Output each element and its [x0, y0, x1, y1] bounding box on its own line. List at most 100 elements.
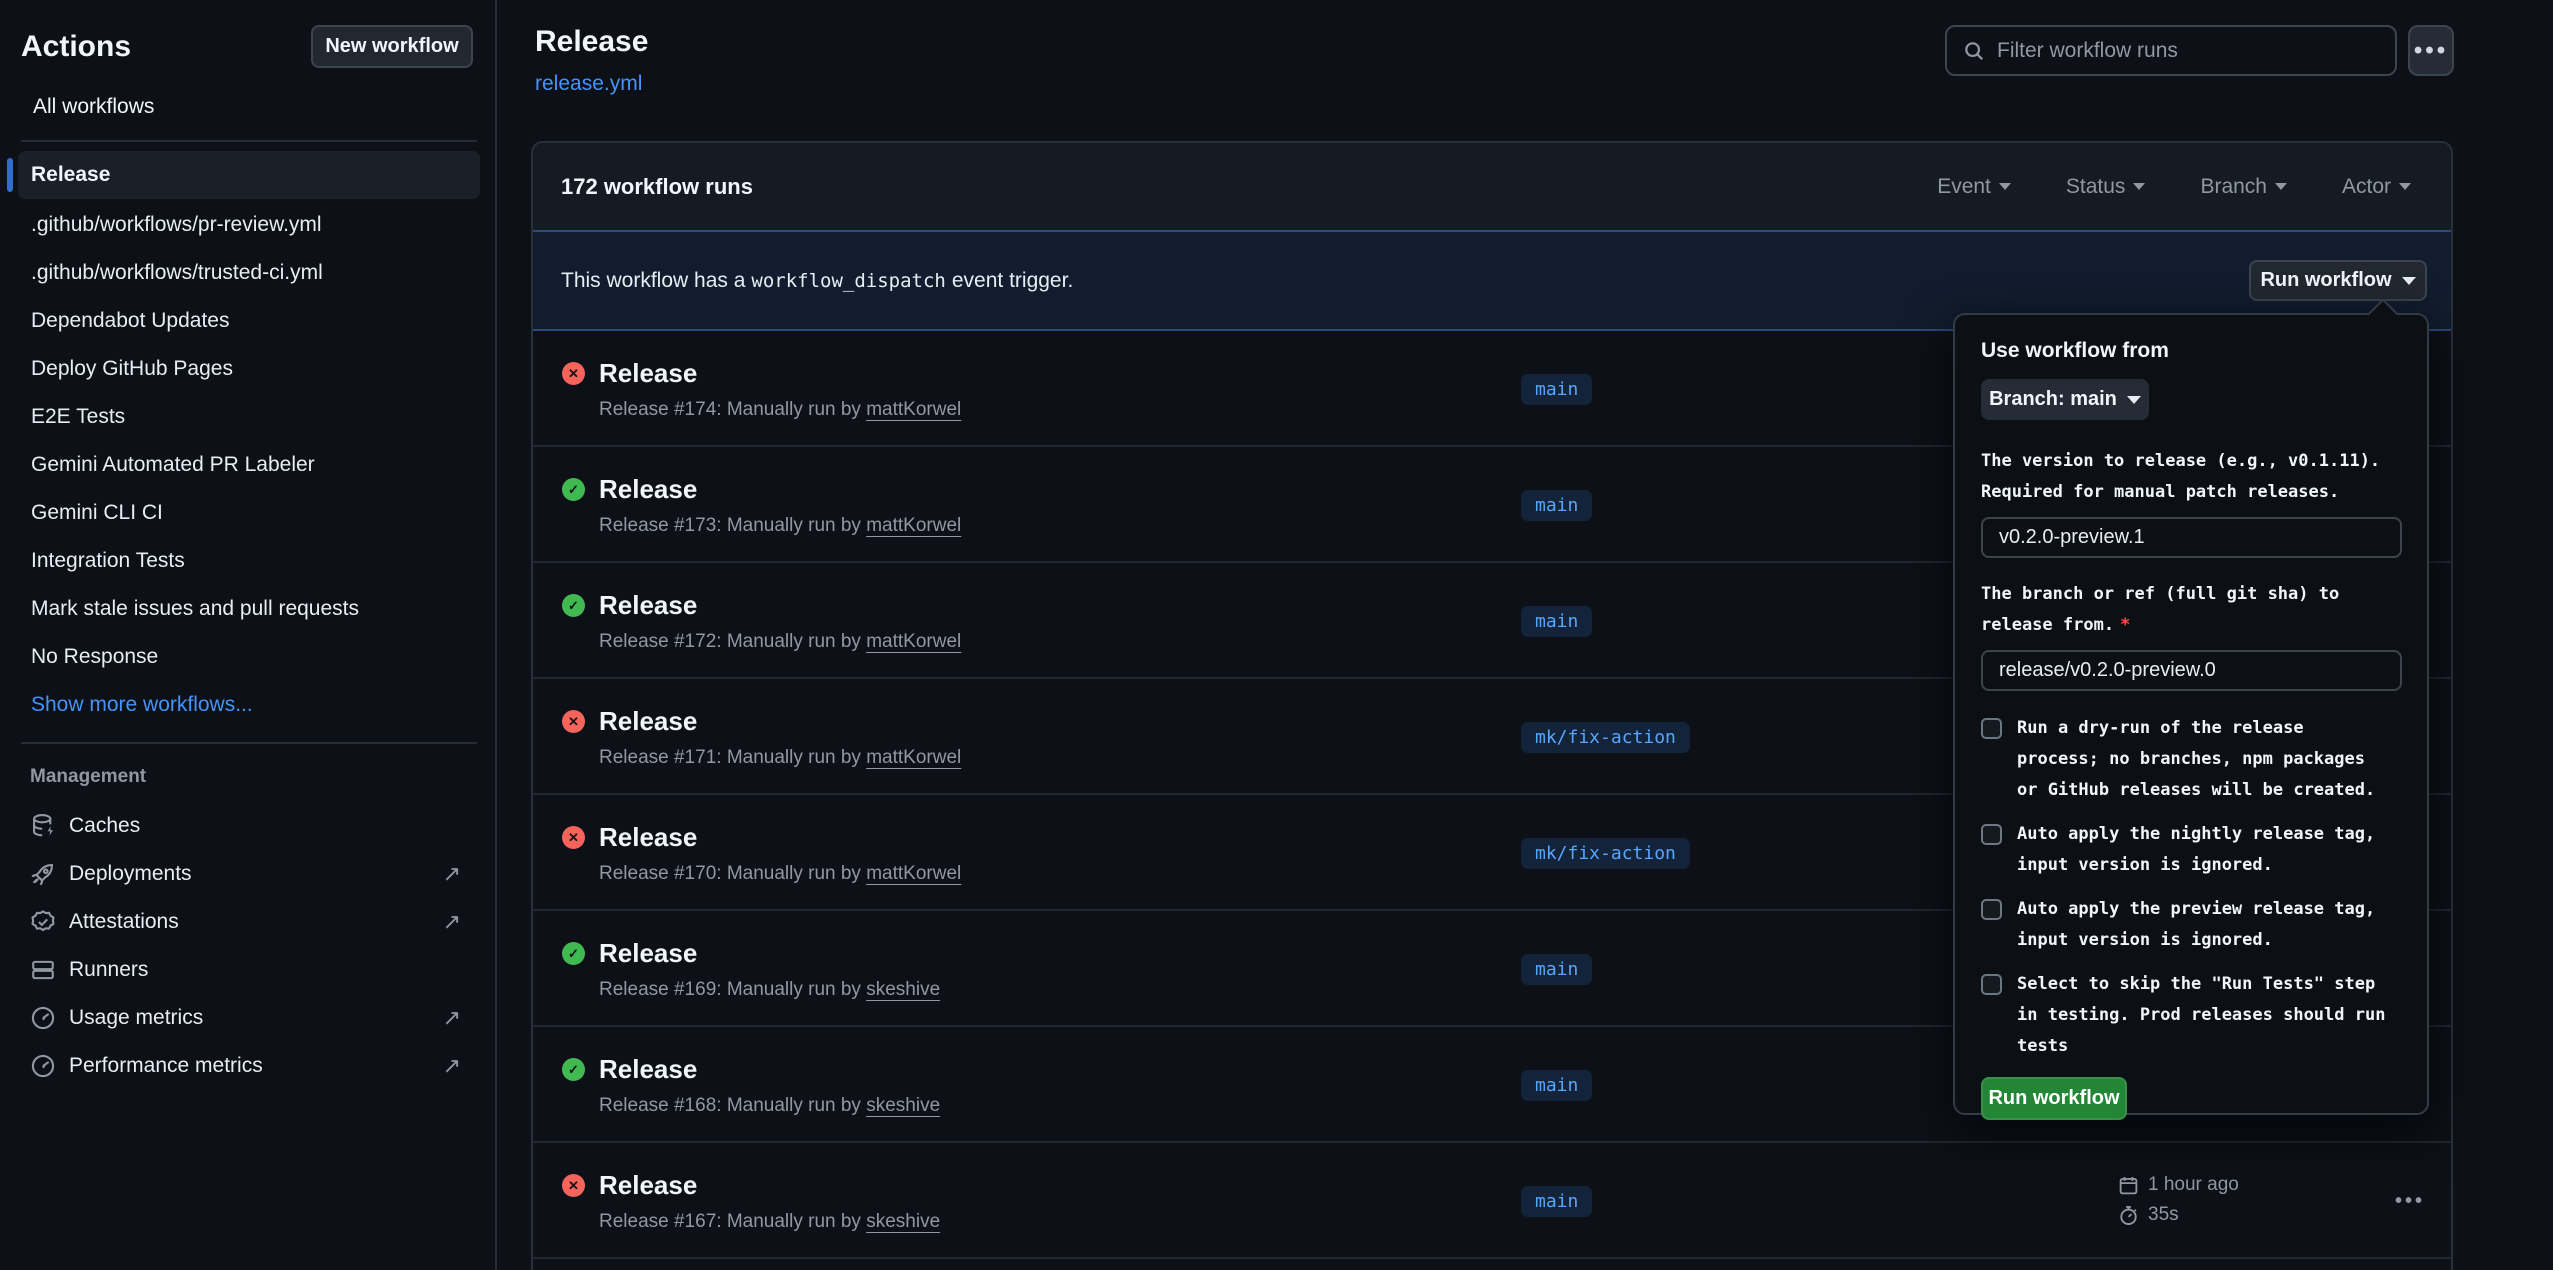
workflow-run-row[interactable]: Release Release #167: Manually run by sk… [533, 1143, 2451, 1259]
branch-badge[interactable]: main [1521, 606, 1592, 637]
check-circle-icon [562, 1058, 585, 1081]
sidebar-item-deployments[interactable]: Deployments ↗ [0, 850, 497, 898]
sidebar-item-usage-metrics[interactable]: Usage metrics ↗ [0, 994, 497, 1042]
checkbox-label: Select to skip the "Run Tests" step in t… [2017, 969, 2387, 1062]
sidebar-item-release-selected[interactable]: Release [0, 149, 497, 201]
x-circle-icon [562, 362, 585, 385]
run-title[interactable]: Release [599, 590, 697, 621]
external-link-icon: ↗ [443, 861, 461, 887]
filter-actor[interactable]: Actor [2342, 175, 2411, 199]
run-title[interactable]: Release [599, 706, 697, 737]
x-circle-icon [562, 1174, 585, 1197]
actor-link[interactable]: mattKorwel [866, 399, 961, 420]
chevron-down-icon [2133, 183, 2145, 190]
run-description: Release #174: Manually run by mattKorwel [599, 399, 961, 421]
run-description: Release #167: Manually run by skeshive [599, 1211, 940, 1233]
actions-sidebar: Actions New workflow All workflows Relea… [0, 0, 497, 1270]
filter-branch[interactable]: Branch [2200, 175, 2287, 199]
sidebar-divider [21, 742, 477, 744]
check-circle-icon [562, 478, 585, 501]
filter-status[interactable]: Status [2066, 175, 2146, 199]
new-workflow-button[interactable]: New workflow [311, 25, 473, 68]
sidebar-item-workflow[interactable]: Deploy GitHub Pages [0, 345, 497, 393]
run-workflow-dropdown-button[interactable]: Run workflow [2249, 260, 2427, 301]
filter-workflow-runs-input[interactable] [1997, 39, 2357, 63]
checkbox-label: Run a dry-run of the release process; no… [2017, 713, 2387, 806]
sidebar-item-all-workflows[interactable]: All workflows [13, 85, 483, 129]
ref-input-label: The branch or ref (full git sha) to rele… [1981, 579, 2399, 641]
kebab-icon [2414, 39, 2448, 63]
branch-badge[interactable]: mk/fix-action [1521, 838, 1690, 869]
run-title[interactable]: Release [599, 358, 697, 389]
selected-accent-bar [7, 158, 13, 192]
page-title: Release [535, 25, 648, 59]
version-input[interactable] [1981, 517, 2402, 558]
show-more-workflows-link[interactable]: Show more workflows... [0, 681, 497, 729]
run-workflow-submit-button[interactable]: Run workflow [1981, 1077, 2127, 1120]
sidebar-divider [21, 140, 477, 142]
sidebar-item-performance-metrics[interactable]: Performance metrics ↗ [0, 1042, 497, 1090]
checkbox-label: Auto apply the preview release tag, inpu… [2017, 894, 2387, 956]
branch-badge[interactable]: mk/fix-action [1521, 722, 1690, 753]
external-link-icon: ↗ [443, 909, 461, 935]
sidebar-item-workflow[interactable]: .github/workflows/pr-review.yml [0, 201, 497, 249]
skip-tests-checkbox[interactable] [1981, 974, 2002, 995]
run-options-button[interactable] [2385, 1183, 2435, 1219]
sidebar-item-workflow[interactable]: .github/workflows/trusted-ci.yml [0, 249, 497, 297]
sidebar-item-workflow[interactable]: No Response [0, 633, 497, 681]
branch-badge[interactable]: main [1521, 490, 1592, 521]
dry-run-checkbox[interactable] [1981, 718, 2002, 739]
actor-link[interactable]: mattKorwel [866, 515, 961, 536]
check-circle-icon [562, 942, 585, 965]
sidebar-item-workflow[interactable]: Dependabot Updates [0, 297, 497, 345]
calendar-icon [2118, 1175, 2139, 1196]
sidebar-item-workflow[interactable]: Gemini Automated PR Labeler [0, 441, 497, 489]
actor-link[interactable]: mattKorwel [866, 631, 961, 652]
run-title[interactable]: Release [599, 822, 697, 853]
run-title[interactable]: Release [599, 474, 697, 505]
run-title[interactable]: Release [599, 938, 697, 969]
sidebar-item-workflow[interactable]: Integration Tests [0, 537, 497, 585]
filter-workflow-runs-box [1945, 25, 2397, 76]
sidebar-title: Actions [21, 30, 131, 64]
actor-link[interactable]: skeshive [866, 1211, 940, 1232]
branch-badge[interactable]: main [1521, 374, 1592, 405]
nightly-tag-checkbox[interactable] [1981, 824, 2002, 845]
workflow-file-link[interactable]: release.yml [535, 72, 642, 96]
rocket-icon [30, 861, 56, 887]
checkbox-row-dry-run: Run a dry-run of the release process; no… [1981, 713, 2401, 806]
workflow-list: Release .github/workflows/pr-review.yml … [0, 149, 497, 729]
actor-link[interactable]: mattKorwel [866, 863, 961, 884]
run-description: Release #172: Manually run by mattKorwel [599, 631, 961, 653]
run-title[interactable]: Release [599, 1170, 697, 1201]
branch-selector-button[interactable]: Branch: main [1981, 379, 2149, 420]
actor-link[interactable]: mattKorwel [866, 747, 961, 768]
run-meta: 1 hour ago 35s [2118, 1170, 2239, 1230]
run-description: Release #169: Manually run by skeshive [599, 979, 940, 1001]
actor-link[interactable]: skeshive [866, 979, 940, 1000]
server-icon [30, 957, 56, 983]
branch-badge[interactable]: main [1521, 1186, 1592, 1217]
preview-tag-checkbox[interactable] [1981, 899, 2002, 920]
branch-badge[interactable]: main [1521, 954, 1592, 985]
code-workflow-dispatch: workflow_dispatch [751, 270, 945, 292]
sidebar-item-caches[interactable]: Caches [0, 802, 497, 850]
check-circle-icon [562, 594, 585, 617]
filter-event[interactable]: Event [1937, 175, 2011, 199]
sidebar-item-runners[interactable]: Runners [0, 946, 497, 994]
verified-icon [30, 909, 56, 935]
sidebar-item-attestations[interactable]: Attestations ↗ [0, 898, 497, 946]
actor-link[interactable]: skeshive [866, 1095, 940, 1116]
required-asterisk: * [2120, 615, 2130, 635]
run-description: Release #173: Manually run by mattKorwel [599, 515, 961, 537]
ref-input[interactable] [1981, 650, 2402, 691]
sidebar-item-workflow[interactable]: E2E Tests [0, 393, 497, 441]
run-title[interactable]: Release [599, 1054, 697, 1085]
branch-badge[interactable]: main [1521, 1070, 1592, 1101]
sidebar-item-workflow[interactable]: Mark stale issues and pull requests [0, 585, 497, 633]
management-section-label: Management [30, 766, 146, 788]
sidebar-item-workflow[interactable]: Gemini CLI CI [0, 489, 497, 537]
workflow-options-button[interactable] [2408, 25, 2454, 76]
popup-heading: Use workflow from [1981, 339, 2401, 363]
chevron-down-icon [2402, 277, 2416, 285]
